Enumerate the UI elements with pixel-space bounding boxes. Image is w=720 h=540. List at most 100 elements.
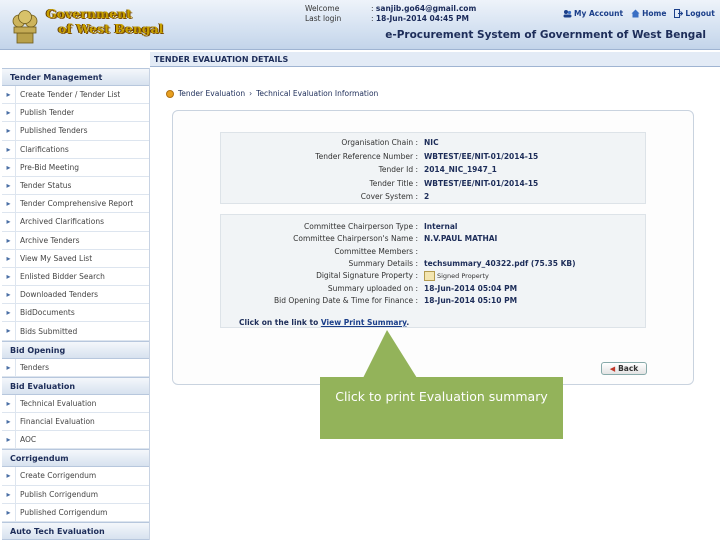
detail-label: Tender Id : (378, 165, 418, 174)
state-emblem-icon (12, 10, 38, 44)
detail-row: Bid Opening Date & Time for Finance : 18-… (221, 296, 645, 305)
back-button-label: Back (618, 364, 639, 373)
breadcrumb-icon (166, 89, 174, 98)
print-summary-row: Click on the link to View Print Summary. (239, 318, 410, 327)
sidebar-item[interactable]: ▸ AOC (2, 431, 149, 450)
view-print-summary-link[interactable]: View Print Summary (321, 318, 407, 327)
sidebar-item-label: Archive Tenders (20, 235, 80, 245)
logo-line-2: of West Bengal (58, 21, 164, 36)
callout-pointer (363, 330, 417, 378)
sidebar-item[interactable]: ▸ Tenders (2, 358, 149, 377)
signed-property-text[interactable]: Signed Property (437, 272, 489, 280)
sidebar-item[interactable]: ▸ Archived Clarifications (2, 213, 149, 232)
detail-label: Tender Reference Number : (315, 151, 418, 161)
detail-row: Organisation Chain : NIC (221, 138, 645, 147)
sidebar-item-label: Clarifications (20, 144, 69, 154)
arrow-icon: ▸ (2, 358, 16, 376)
sidebar-item[interactable]: ▸ Archive Tenders (2, 231, 149, 250)
sidebar-item[interactable]: ▸ Published Corrigendum (2, 503, 149, 522)
detail-value: NIC (424, 138, 439, 147)
sidebar-item[interactable]: ▸ Downloaded Tenders (2, 286, 149, 305)
detail-label: Committee Chairperson Type : (304, 222, 418, 231)
back-arrow-icon: ◀ (609, 364, 616, 373)
back-button[interactable]: ◀ Back (601, 362, 647, 375)
logout-link[interactable]: Logout (674, 9, 715, 18)
breadcrumb-technical-evaluation: Technical Evaluation Information (256, 89, 379, 98)
sidebar-item[interactable]: ▸ Enlisted Bidder Search (2, 267, 149, 287)
sidebar-item[interactable]: ▸ Tender Comprehensive Report (2, 195, 149, 214)
detail-value: 18-Jun-2014 05:04 PM (424, 283, 518, 293)
sidebar-item[interactable]: ▸ Create Tender / Tender List (2, 86, 149, 105)
detail-label: Cover System : (360, 192, 418, 201)
breadcrumb-separator-icon: › (249, 89, 253, 98)
my-account-link[interactable]: My Account (563, 9, 623, 18)
detail-value[interactable]: techsummary_40322.pdf (75.35 KB) (421, 259, 576, 268)
detail-value: WBTEST/EE/NIT-01/2014-15 (424, 151, 539, 161)
page-title: TENDER EVALUATION DETAILS (150, 52, 720, 67)
user-info: Welcome: sanjib.go64@gmail.com Last logi… (305, 4, 477, 23)
arrow-icon: ▸ (2, 140, 16, 158)
last-login-label: Last login (305, 14, 342, 23)
sidebar-item-label: Tender Comprehensive Report (20, 199, 134, 209)
detail-row: Tender Title : WBTEST/EE/NIT-01/2014-15 (221, 179, 645, 188)
sidebar-section-title: Tender Management (2, 68, 149, 86)
detail-label: Committee Members : (334, 246, 418, 256)
header: Government of West Bengal Welcome: sanji… (0, 0, 720, 50)
detail-row: Committee Members : (221, 247, 645, 256)
arrow-icon: ▸ (2, 195, 16, 213)
arrow-icon: ▸ (2, 286, 16, 304)
callout-annotation: Click to print Evaluation summary (320, 377, 563, 439)
detail-row: Committee Chairperson Type : Internal (221, 222, 645, 231)
sidebar-item-label: Published Corrigendum (20, 507, 108, 517)
sidebar-item[interactable]: ▸ BidDocuments (2, 304, 149, 323)
detail-label: Committee Chairperson's Name : (293, 234, 418, 244)
detail-label: Tender Title : (369, 178, 418, 188)
sidebar-item[interactable]: ▸ Published Tenders (2, 122, 149, 141)
sidebar-item[interactable]: ▸ Tender Status (2, 176, 149, 196)
sidebar-item-label: Publish Corrigendum (20, 489, 99, 499)
arrow-icon: ▸ (2, 304, 16, 322)
logo-line-1: Government (46, 6, 132, 21)
arrow-icon: ▸ (2, 394, 16, 412)
arrow-icon: ▸ (2, 122, 16, 140)
sidebar-item[interactable]: ▸ Pre-Bid Meeting (2, 158, 149, 177)
sidebar-item[interactable]: ▸ Publish Tender (2, 104, 149, 123)
sidebar-item[interactable]: ▸ View My Saved List (2, 249, 149, 268)
home-link[interactable]: Home (631, 9, 666, 18)
user-icon (563, 10, 572, 18)
sidebar-item[interactable]: ▸ Clarifications (2, 140, 149, 159)
arrow-icon: ▸ (2, 86, 16, 104)
logout-icon (674, 9, 684, 18)
arrow-icon: ▸ (2, 158, 16, 176)
detail-value: WBTEST/EE/NIT-01/2014-15 (424, 178, 539, 188)
detail-row: Tender Reference Number : WBTEST/EE/NIT-0… (221, 152, 645, 161)
arrow-icon: ▸ (2, 213, 16, 231)
sidebar-item[interactable]: ▸ Create Corrigendum (2, 467, 149, 486)
sidebar: Tender Management ▸ Create Tender / Tender… (2, 68, 150, 540)
detail-value: 2 (424, 192, 430, 201)
arrow-icon: ▸ (2, 485, 16, 503)
sidebar-item-label: Financial Evaluation (20, 417, 95, 427)
sidebar-item-label: Pre-Bid Meeting (20, 162, 79, 172)
detail-row: Cover System : 2 (221, 192, 645, 201)
last-login-value: 18-Jun-2014 04:45 PM (375, 14, 469, 23)
welcome-value: sanjib.go64@gmail.com (375, 4, 477, 13)
sidebar-item[interactable]: ▸ Financial Evaluation (2, 413, 149, 432)
arrow-icon: ▸ (2, 176, 16, 195)
sidebar-item[interactable]: ▸ Technical Evaluation (2, 394, 149, 413)
arrow-icon: ▸ (2, 231, 16, 249)
arrow-icon: ▸ (2, 467, 16, 485)
sidebar-item[interactable]: ▸ Publish Corrigendum (2, 485, 149, 504)
logo-text: Government of West Bengal (46, 6, 163, 36)
sidebar-item-label: Archived Clarifications (20, 217, 105, 227)
sidebar-item-label: View My Saved List (20, 253, 93, 263)
sidebar-item-label: Enlisted Bidder Search (20, 271, 105, 281)
sidebar-item[interactable]: ▸ Bids Submitted (2, 322, 149, 341)
arrow-icon: ▸ (2, 267, 16, 286)
welcome-label: Welcome (305, 4, 340, 13)
detail-row: Digital Signature Property : Signed Prope… (221, 271, 645, 282)
detail-row: Summary uploaded on : 18-Jun-2014 05:04 P… (221, 284, 645, 293)
signature-icon (424, 271, 435, 282)
breadcrumb-tender-evaluation[interactable]: Tender Evaluation (178, 89, 245, 98)
detail-value: N.V.PAUL MATHAI (424, 234, 498, 244)
